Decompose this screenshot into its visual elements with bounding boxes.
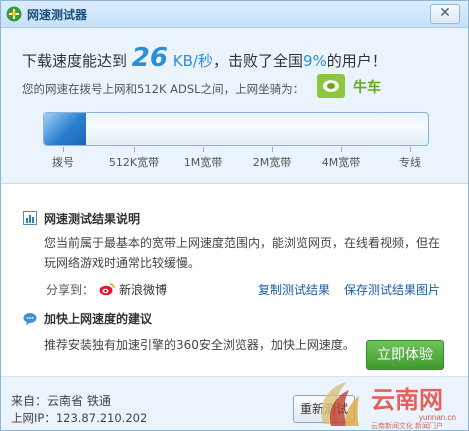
speed-headline: 下载速度能达到 26 KB/秒，击败了全国9%的用户！: [22, 43, 387, 73]
scale-label: 1M宽带: [183, 156, 223, 169]
headline-prefix: 下载速度能达到: [22, 52, 128, 70]
speed-description: 您的网速在拨号上网和512K ADSL之间，上网坐骑为：: [22, 82, 305, 96]
title-bar: 网速测试器 ✕: [1, 1, 468, 28]
scale-tick: [134, 147, 135, 152]
svg-text:云南新闻文化 新闻门户: 云南新闻文化 新闻门户: [371, 421, 443, 430]
weibo-icon[interactable]: [99, 282, 115, 296]
svg-text:云南网: 云南网: [371, 387, 443, 414]
ox-cart-icon: [317, 74, 345, 98]
window-title: 网速测试器: [27, 8, 88, 22]
speedtest-window: 网速测试器 ✕ 下载速度能达到 26 KB/秒，击败了全国9%的用户！ 您的网速…: [0, 0, 469, 431]
speed-progress-fill: [44, 113, 86, 145]
chart-icon: [23, 211, 37, 225]
location-text: 来自：云南省 铁通: [11, 394, 111, 408]
scale-label: 专线: [399, 156, 421, 169]
scale-label: 2M宽带: [252, 156, 292, 169]
scale-tick: [63, 147, 64, 152]
speed-value: 26: [131, 43, 168, 73]
app-logo-icon: [6, 6, 22, 22]
results-paragraph: 您当前属于最基本的宽带上网速度范围内，能浏览网页，在线看视频，但在玩网络游戏时通…: [44, 236, 441, 270]
scale-label: 4M宽带: [321, 156, 361, 169]
share-label: 分享到：: [46, 283, 95, 297]
scale-tick: [203, 147, 204, 152]
speed-unit: KB/秒: [172, 52, 213, 70]
try-now-button[interactable]: 立即体验: [366, 340, 444, 370]
advice-text: 推荐安装独有加速引擎的360安全浏览器，加快上网速度。: [44, 338, 355, 352]
scale-label: 512K宽带: [108, 156, 160, 169]
weibo-share-link[interactable]: 新浪微博: [119, 281, 167, 298]
results-title: 网速测试结果说明: [44, 212, 141, 226]
scale-label: 拨号: [52, 156, 74, 169]
scale-tick: [272, 147, 273, 152]
save-results-image-link[interactable]: 保存测试结果图片: [344, 281, 440, 298]
summary-panel: 下载速度能达到 26 KB/秒，击败了全国9%的用户！ 您的网速在拨号上网和51…: [1, 28, 468, 184]
tip-bubble-icon: [23, 313, 37, 326]
copy-results-link[interactable]: 复制测试结果: [258, 281, 330, 298]
results-panel: 网速测试结果说明 您当前属于最基本的宽带上网速度范围内，能浏览网页，在线看视频，…: [1, 184, 468, 377]
advice-title: 加快上网速度的建议: [44, 312, 153, 326]
speed-progress-bar: [43, 112, 429, 146]
close-button[interactable]: ✕: [430, 4, 460, 24]
yunnan-watermark-logo: 云南网 yunnan.cn 云南新闻文化 新闻门户: [321, 382, 456, 430]
ip-text: 上网IP：123.87.210.202: [11, 411, 148, 425]
headline-suffix: 的用户！: [326, 52, 387, 70]
mount-label: 牛车: [353, 80, 381, 96]
scale-tick: [410, 147, 411, 152]
svg-text:yunnan.cn: yunnan.cn: [419, 413, 456, 422]
beat-percent: 9%: [302, 52, 327, 70]
scale-tick: [341, 147, 342, 152]
headline-mid: ，击败了全国: [212, 52, 303, 70]
